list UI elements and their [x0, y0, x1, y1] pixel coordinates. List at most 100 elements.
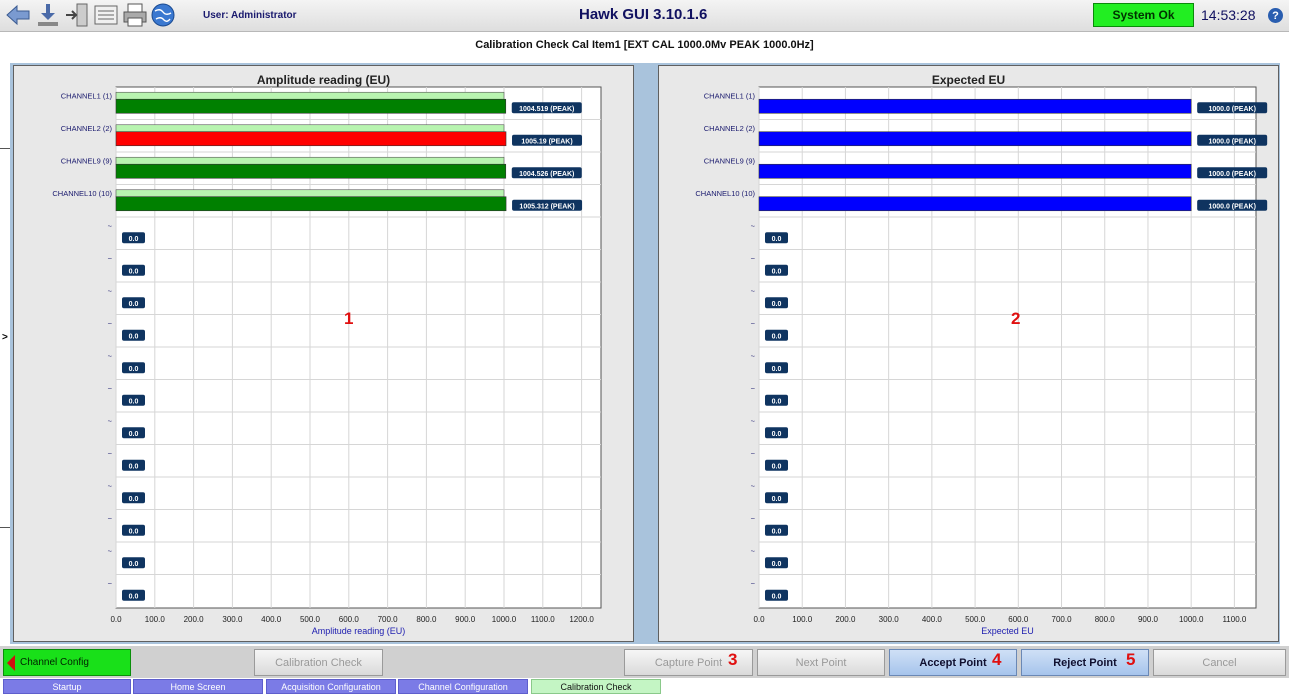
value-label: 0.0 [129, 463, 139, 470]
top-toolbar: User: Administrator Hawk GUI 3.10.1.6 Sy… [0, 0, 1289, 32]
value-label: 0.0 [772, 333, 782, 340]
channel-label: CHANNEL9 (9) [61, 156, 113, 165]
expand-arrow-icon: > [2, 332, 8, 343]
x-tick-label: 200.0 [835, 615, 856, 624]
clock: 14:53:28 [1201, 7, 1256, 23]
value-label: 0.0 [129, 431, 139, 438]
value-label: 0.0 [129, 528, 139, 535]
print-icon[interactable] [122, 2, 148, 28]
channel-label: ~ [751, 546, 756, 555]
expected-reference-bar [115, 156, 505, 165]
x-tick-label: 1200.0 [569, 615, 594, 624]
value-bar [758, 98, 1192, 114]
expected-reference-bar [115, 124, 505, 133]
system-status-badge: System Ok [1093, 3, 1194, 27]
channel-label: CHANNEL2 (2) [61, 124, 113, 133]
value-label: 0.0 [129, 593, 139, 600]
expected-reference-bar [115, 91, 505, 100]
channel-label: ~ [108, 319, 113, 328]
x-tick-label: 0.0 [753, 615, 765, 624]
annotation-3: 3 [728, 650, 738, 669]
chart-area: Amplitude reading (EU) 0.0 100.0 200.0 300.… [10, 63, 1280, 644]
channel-label: CHANNEL2 (2) [704, 124, 756, 133]
next-point-button[interactable]: Next Point [757, 649, 885, 676]
annotation-2: 2 [1011, 309, 1021, 328]
value-bar [758, 196, 1192, 212]
amplitude-reading-panel: Amplitude reading (EU) 0.0 100.0 200.0 300.… [13, 65, 634, 642]
value-label: 0.0 [772, 496, 782, 503]
channel-label: ~ [108, 579, 113, 588]
value-label: 0.0 [129, 398, 139, 405]
x-tick-label: 0.0 [110, 615, 122, 624]
value-bar [115, 131, 507, 147]
x-tick-label: 700.0 [1052, 615, 1073, 624]
channel-label: ~ [108, 449, 113, 458]
nav-tabs: Startup Home Screen Acquisition Configur… [0, 679, 1289, 700]
page-subtitle: Calibration Check Cal Item1 [EXT CAL 100… [475, 39, 814, 51]
value-label: 1000.0 (PEAK) [1208, 203, 1255, 210]
globe-icon[interactable] [150, 2, 176, 28]
x-axis-label: Expected EU [981, 626, 1034, 636]
x-tick-label: 800.0 [1095, 615, 1116, 624]
value-label: 0.0 [129, 496, 139, 503]
tab-acquisition-configuration[interactable]: Acquisition Configuration [266, 679, 396, 694]
x-tick-label: 300.0 [222, 615, 243, 624]
cancel-button[interactable]: Cancel [1153, 649, 1286, 676]
annotation-5: 5 [1126, 650, 1136, 669]
expected-eu-panel: Expected EU 0.0 100.0 200.0 300.0 400.0 500.0… [658, 65, 1279, 642]
tab-startup[interactable]: Startup [3, 679, 131, 694]
channel-config-label: Channel Config [20, 657, 89, 668]
x-tick-label: 100.0 [792, 615, 813, 624]
export-icon[interactable] [64, 2, 90, 28]
tab-calibration-check[interactable]: Calibration Check [531, 679, 661, 694]
value-bar [115, 98, 507, 114]
value-label: 0.0 [772, 301, 782, 308]
expected-chart: 0.0 100.0 200.0 300.0 400.0 500.0 600.0 700.0 80… [695, 86, 1268, 636]
value-label: 0.0 [129, 268, 139, 275]
channel-label: ~ [751, 254, 756, 263]
help-icon[interactable]: ? [1268, 8, 1283, 23]
settings-panel-icon[interactable] [93, 2, 119, 28]
value-label: 1004.526 (PEAK) [519, 171, 574, 178]
value-label: 0.0 [772, 593, 782, 600]
x-tick-label: 900.0 [1138, 615, 1159, 624]
app-title: Hawk GUI 3.10.1.6 [579, 6, 708, 23]
channel-label: CHANNEL9 (9) [704, 156, 756, 165]
value-label: 0.0 [129, 366, 139, 373]
value-label: 0.0 [129, 333, 139, 340]
x-tick-label: 600.0 [339, 615, 360, 624]
value-label: 1000.0 (PEAK) [1208, 138, 1255, 145]
channel-config-button[interactable]: Channel Config [3, 649, 131, 676]
value-label: 1005.19 (PEAK) [521, 138, 572, 145]
x-tick-label: 100.0 [145, 615, 166, 624]
value-label: 1004.519 (PEAK) [519, 106, 574, 113]
x-tick-label: 1100.0 [531, 615, 555, 624]
channel-label: ~ [108, 254, 113, 263]
download-icon[interactable] [35, 2, 61, 28]
channel-label: ~ [108, 546, 113, 555]
channel-label: ~ [108, 384, 113, 393]
x-tick-label: 800.0 [416, 615, 437, 624]
tab-home-screen[interactable]: Home Screen [133, 679, 263, 694]
x-tick-label: 400.0 [261, 615, 282, 624]
value-label: 0.0 [129, 561, 139, 568]
channel-label: ~ [108, 286, 113, 295]
tab-channel-configuration[interactable]: Channel Configuration [398, 679, 528, 694]
back-triangle-icon [7, 655, 15, 671]
value-label: 0.0 [772, 398, 782, 405]
value-label: 0.0 [772, 528, 782, 535]
annotation-4: 4 [992, 650, 1002, 669]
x-tick-label: 400.0 [922, 615, 943, 624]
x-axis-label: Amplitude reading (EU) [312, 626, 406, 636]
channel-label: ~ [751, 351, 756, 360]
channel-label: ~ [751, 319, 756, 328]
channel-label: ~ [751, 481, 756, 490]
value-label: 0.0 [772, 268, 782, 275]
value-label: 0.0 [129, 236, 139, 243]
channel-label: ~ [108, 514, 113, 523]
back-arrow-icon[interactable] [5, 2, 31, 28]
channel-label: ~ [108, 416, 113, 425]
calibration-check-button[interactable]: Calibration Check [254, 649, 383, 676]
channel-label: ~ [751, 221, 756, 230]
x-tick-label: 500.0 [300, 615, 321, 624]
